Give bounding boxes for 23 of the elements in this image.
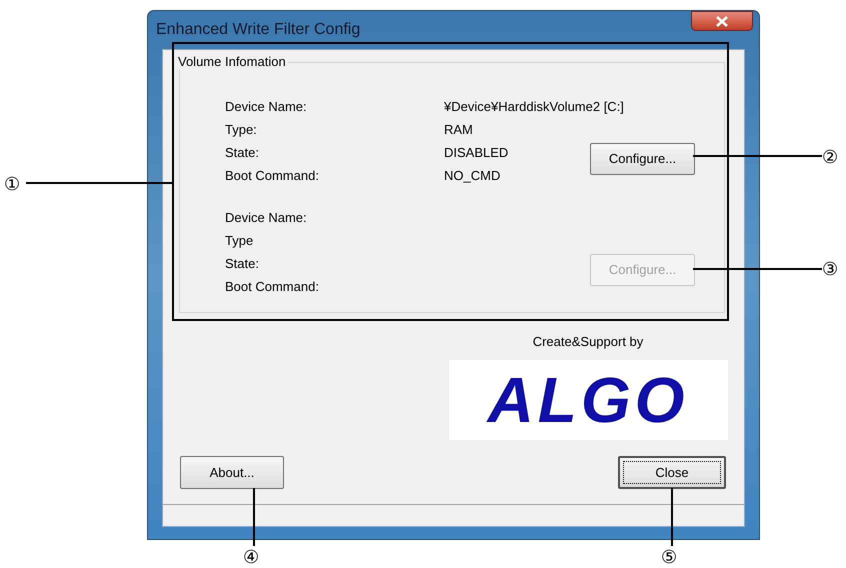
leader-line bbox=[253, 488, 255, 548]
group-title: Volume Infomation bbox=[178, 54, 288, 70]
field-value: ¥Device¥HarddiskVolume2 [C:] bbox=[444, 98, 624, 116]
field-label: Type: bbox=[225, 120, 258, 139]
about-button[interactable]: About... bbox=[180, 456, 284, 489]
field-label: Boot Command: bbox=[225, 166, 320, 185]
field-value: DISABLED bbox=[444, 144, 508, 162]
field-label: State: bbox=[225, 254, 260, 273]
field-label: Device Name: bbox=[225, 208, 308, 227]
field-label: State: bbox=[225, 144, 260, 162]
credit-text: Create&Support by bbox=[532, 334, 644, 350]
field-value: RAM bbox=[444, 120, 473, 139]
close-button[interactable]: Close bbox=[618, 456, 726, 489]
configure-button[interactable]: Configure... bbox=[590, 143, 695, 175]
leader-line bbox=[671, 488, 673, 548]
close-icon bbox=[716, 16, 728, 26]
window-title: Enhanced Write Filter Config bbox=[156, 20, 360, 40]
field-label: Boot Command: bbox=[225, 278, 320, 296]
close-button[interactable] bbox=[691, 11, 753, 31]
field-label: Device Name: bbox=[225, 98, 308, 116]
field-value: NO_CMD bbox=[444, 166, 500, 185]
logo-text: ALGO bbox=[488, 365, 688, 435]
field-label: Type bbox=[225, 232, 254, 250]
